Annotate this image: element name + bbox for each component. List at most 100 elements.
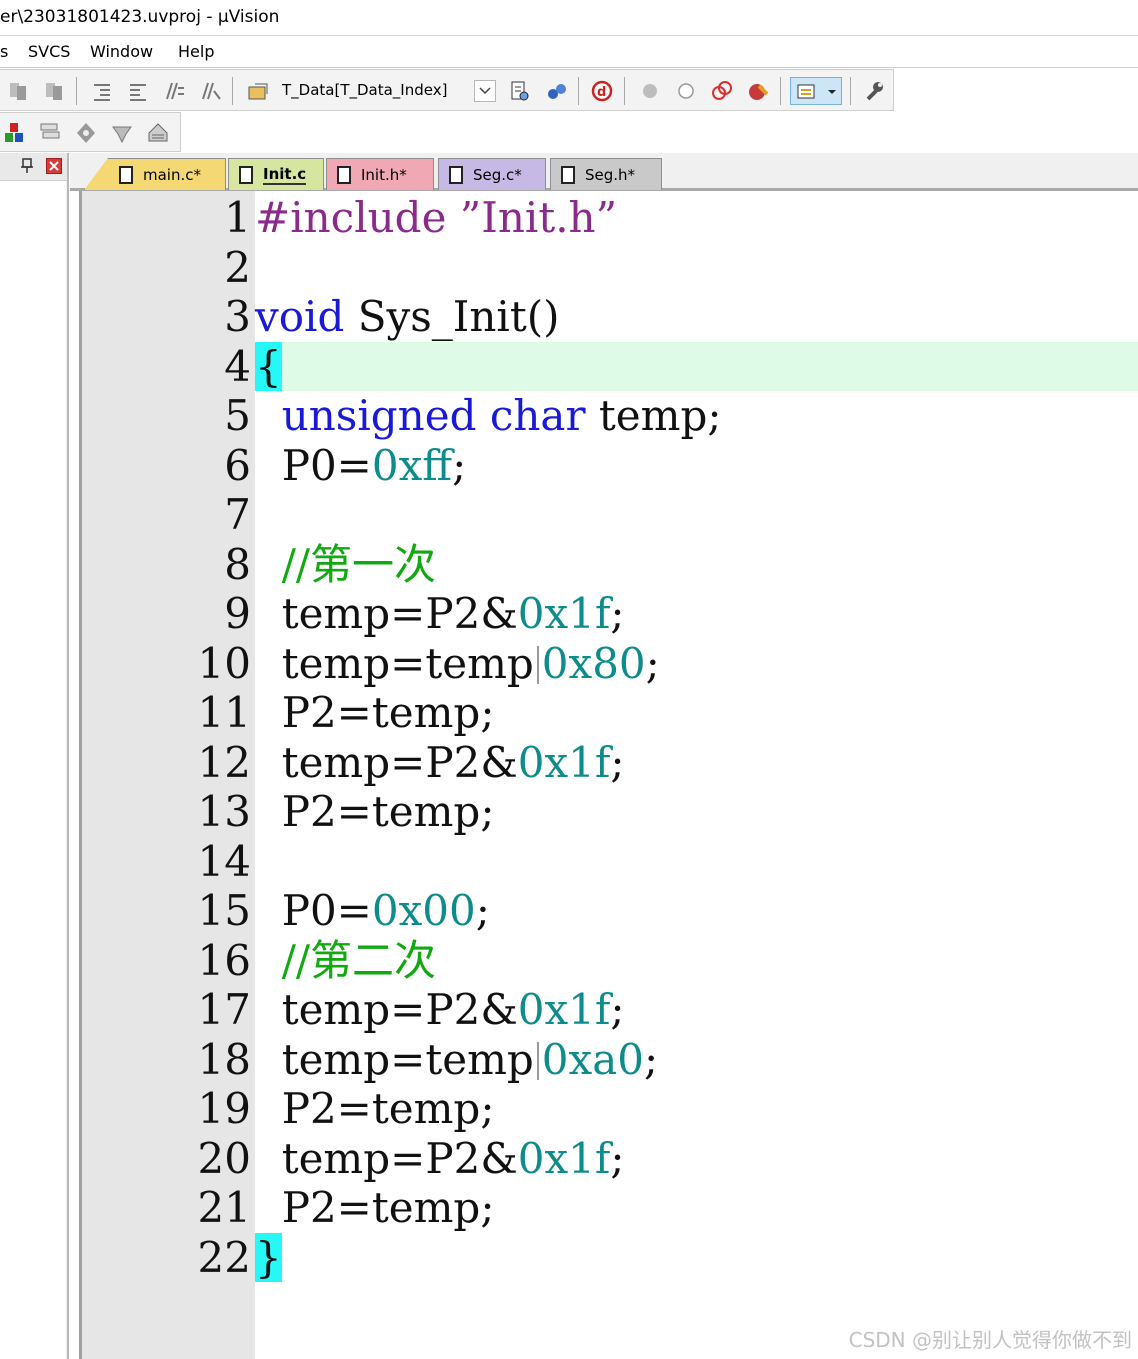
code-line[interactable]: 10 temp=temp 0x80; <box>82 639 1138 689</box>
code-line[interactable]: 3 void Sys_Init() <box>82 292 1138 342</box>
code-line[interactable]: 11 P2=temp; <box>82 688 1138 738</box>
code-text: //第一次 <box>255 540 436 590</box>
code-token: #include <box>255 193 460 242</box>
svg-text:d: d <box>597 85 606 100</box>
tab-seg-h[interactable]: Seg.h* <box>550 158 662 190</box>
code-token: unsigned <box>281 391 477 440</box>
code-line[interactable]: 20 temp=P2&0x1f; <box>82 1134 1138 1184</box>
breakpoints-disable-all-icon[interactable] <box>710 79 734 103</box>
code-token: 0x1f <box>517 589 611 638</box>
code-line[interactable]: 14 <box>82 837 1138 887</box>
code-line[interactable]: 2 <box>82 243 1138 293</box>
code-token: temp; <box>585 391 722 440</box>
uncomment-icon[interactable] <box>198 79 222 103</box>
code-token: 0x1f <box>517 985 611 1034</box>
code-line[interactable]: 19 P2=temp; <box>82 1084 1138 1134</box>
code-token: 0x1f <box>517 1133 611 1183</box>
code-text: temp=temp 0x80; <box>255 639 660 689</box>
books-icon[interactable] <box>38 121 62 145</box>
tab-init-h[interactable]: Init.h* <box>326 158 434 190</box>
line-number: 2 <box>224 242 251 292</box>
line-number: 22 <box>197 1232 251 1282</box>
code-editor[interactable]: 1 #include ”Init.h” 2 3 void Sys_Init() 4{5 u… <box>79 191 1138 1359</box>
bookmark-prev-icon[interactable] <box>6 79 30 103</box>
pin-icon[interactable] <box>20 158 34 179</box>
code-token: //第二次 <box>281 935 437 985</box>
find-in-files-icon[interactable] <box>246 79 270 103</box>
line-number: 12 <box>197 737 251 787</box>
code-token: void <box>255 292 345 341</box>
code-line[interactable]: 9 temp=P2&0x1f; <box>82 589 1138 639</box>
line-number: 7 <box>224 490 251 539</box>
code-token: ; <box>610 1133 625 1183</box>
line-number: 9 <box>224 589 251 638</box>
debug-start-icon[interactable]: d <box>590 79 614 103</box>
comment-icon[interactable] <box>162 79 186 103</box>
build-output-icon[interactable] <box>146 121 170 145</box>
menu-item-window[interactable]: Window <box>90 42 153 61</box>
functions-icon[interactable] <box>74 121 98 145</box>
code-token: P0= <box>255 886 372 935</box>
file-icon <box>337 165 351 184</box>
code-text: temp=P2&0x1f; <box>255 985 625 1035</box>
indent-icon[interactable] <box>90 79 114 103</box>
code-line[interactable]: 12 temp=P2&0x1f; <box>82 738 1138 788</box>
code-line[interactable]: 1 #include ”Init.h” <box>82 193 1138 243</box>
code-line[interactable]: 13 P2=temp; <box>82 787 1138 837</box>
target-combo[interactable]: T_Data[T_Data_Index] <box>278 78 498 104</box>
code-line[interactable]: 4{ <box>82 341 1138 392</box>
breakpoint-icon[interactable] <box>638 79 662 103</box>
breakpoint-disable-icon[interactable] <box>674 79 698 103</box>
build-toolbar: T_Data[T_Data_Index] d <box>0 69 894 111</box>
incremental-find-icon[interactable] <box>544 79 568 103</box>
target-combo-text: T_Data[T_Data_Index] <box>282 81 448 99</box>
code-text: P0=0x00; <box>255 886 490 936</box>
code-text: temp=P2&0x1f; <box>255 589 625 639</box>
code-line[interactable]: 7 <box>82 490 1138 540</box>
project-tree[interactable] <box>0 181 66 1359</box>
code-token: ; <box>643 1034 659 1084</box>
code-text: P2=temp; <box>255 1084 495 1134</box>
chevron-down-icon[interactable] <box>474 80 496 102</box>
templates-icon[interactable] <box>110 121 134 145</box>
project-icon[interactable] <box>3 121 27 145</box>
unindent-icon[interactable] <box>126 79 150 103</box>
bookmark-clear-icon[interactable] <box>42 79 66 103</box>
code-line[interactable]: 22} <box>82 1232 1138 1283</box>
code-text: //第二次 <box>255 936 436 986</box>
window-layout-button[interactable] <box>790 77 842 105</box>
code-text: { <box>255 341 282 392</box>
code-token: P2=temp; <box>255 688 495 737</box>
code-line[interactable]: 8 //第一次 <box>82 540 1138 590</box>
code-line[interactable]: 15 P0=0x00; <box>82 886 1138 936</box>
code-text: P2=temp; <box>255 1183 495 1233</box>
project-panel-header <box>0 153 67 181</box>
tab-main-c[interactable]: main.c* <box>84 158 226 190</box>
code-token: ; <box>610 589 625 638</box>
wrench-icon[interactable] <box>862 79 886 103</box>
code-line[interactable]: 17 temp=P2&0x1f; <box>82 985 1138 1035</box>
code-line[interactable]: 21 P2=temp; <box>82 1183 1138 1233</box>
breakpoints-kill-all-icon[interactable] <box>746 79 770 103</box>
code-token: 0xff <box>371 440 453 490</box>
code-token: temp=P2& <box>255 1133 518 1183</box>
code-line[interactable]: 16 //第二次 <box>82 936 1138 986</box>
close-icon[interactable] <box>46 158 62 174</box>
tab-label: Init.h* <box>361 165 407 184</box>
menu-item-svcs[interactable]: SVCS <box>28 42 70 61</box>
code-line[interactable]: 6 P0=0xff; <box>82 441 1138 491</box>
code-line[interactable]: 5 unsigned char temp; <box>82 391 1138 441</box>
current-line-highlight <box>255 341 1138 391</box>
tab-init-c[interactable]: Init.c <box>228 158 324 190</box>
menu-item-help[interactable]: Help <box>178 42 214 61</box>
code-line[interactable]: 18 temp=temp 0xa0; <box>82 1035 1138 1085</box>
pipe-operator <box>536 645 539 684</box>
code-token: ; <box>645 638 660 688</box>
line-number: 21 <box>197 1183 251 1232</box>
find-icon[interactable] <box>508 79 532 103</box>
menu-item-truncated[interactable]: s <box>0 42 8 61</box>
code-token: ”Init.h” <box>459 193 618 242</box>
tab-seg-c[interactable]: Seg.c* <box>438 158 546 190</box>
